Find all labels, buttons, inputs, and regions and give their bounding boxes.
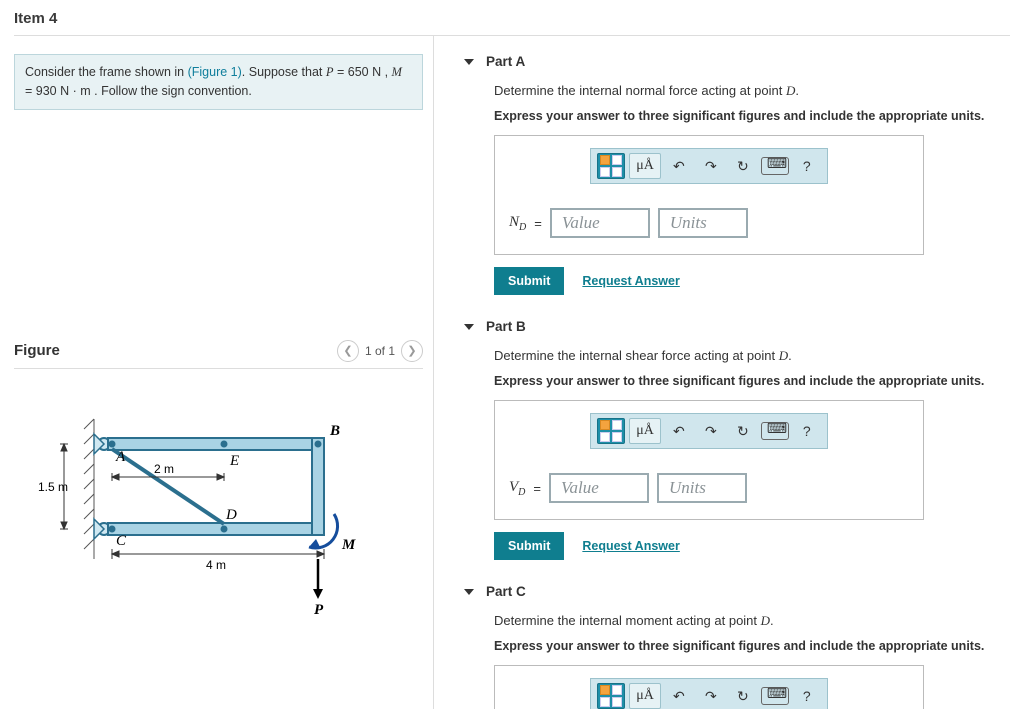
figure-nav: ❮ 1 of 1 ❯ [337, 340, 423, 362]
svg-text:M: M [341, 537, 356, 553]
template-picker-button[interactable] [597, 683, 625, 709]
part-b-question: Determine the internal shear force actin… [494, 348, 779, 363]
answer-block-a: μÅ ↶ ↷ ↻ ? ND = Value Units [494, 135, 924, 255]
symbols-button[interactable]: μÅ [629, 153, 661, 179]
symbols-button[interactable]: μÅ [629, 418, 661, 444]
answer-toolbar: μÅ ↶ ↷ ↻ ? [590, 148, 828, 184]
keyboard-icon [761, 157, 789, 175]
svg-text:B: B [329, 423, 340, 439]
figure-next-button[interactable]: ❯ [401, 340, 423, 362]
part-b-instruction: Express your answer to three significant… [494, 374, 1010, 388]
units-input[interactable]: Units [658, 208, 748, 238]
svg-text:P: P [314, 602, 324, 618]
keyboard-button[interactable] [761, 418, 789, 444]
brief-text: Consider the frame shown in [25, 65, 188, 79]
value-input[interactable]: Value [549, 473, 649, 503]
brief-text: = 650 N , [334, 65, 392, 79]
submit-button[interactable]: Submit [494, 267, 564, 295]
svg-text:D: D [225, 507, 237, 523]
request-answer-link[interactable]: Request Answer [582, 274, 679, 288]
part-b-title: Part B [486, 319, 526, 334]
figure-heading: Figure [14, 342, 60, 359]
undo-button[interactable]: ↶ [665, 418, 693, 444]
request-answer-link[interactable]: Request Answer [582, 539, 679, 553]
caret-down-icon[interactable] [464, 324, 474, 330]
redo-button[interactable]: ↷ [697, 153, 725, 179]
part-c: Part C Determine the internal moment act… [464, 584, 1010, 709]
reset-button[interactable]: ↻ [729, 418, 757, 444]
value-input[interactable]: Value [550, 208, 650, 238]
point-d: D [761, 613, 770, 628]
frame-diagram: A B C D E M P 1.5 m 2 m 4 m [34, 399, 364, 619]
caret-down-icon[interactable] [464, 589, 474, 595]
point-d: D [786, 83, 795, 98]
answer-toolbar: μÅ ↶ ↷ ↻ ? [590, 413, 828, 449]
undo-button[interactable]: ↶ [665, 683, 693, 709]
svg-text:A: A [115, 449, 126, 465]
undo-button[interactable]: ↶ [665, 153, 693, 179]
template-picker-button[interactable] [597, 153, 625, 179]
equals: = [534, 216, 542, 231]
help-button[interactable]: ? [793, 153, 821, 179]
part-c-instruction: Express your answer to three significant… [494, 639, 1010, 653]
keyboard-icon [761, 687, 789, 705]
redo-button[interactable]: ↷ [697, 683, 725, 709]
brief-text: . Suppose that [242, 65, 326, 79]
reset-button[interactable]: ↻ [729, 683, 757, 709]
svg-text:E: E [229, 453, 239, 469]
keyboard-button[interactable] [761, 683, 789, 709]
figure-count: 1 of 1 [365, 344, 395, 358]
item-title: Item 4 [0, 0, 1024, 35]
symbols-button[interactable]: μÅ [629, 683, 661, 709]
answer-block-b: μÅ ↶ ↷ ↻ ? VD = Value Units [494, 400, 924, 520]
problem-brief: Consider the frame shown in (Figure 1). … [14, 54, 423, 110]
figure-prev-button[interactable]: ❮ [337, 340, 359, 362]
part-c-question: Determine the internal moment acting at … [494, 613, 761, 628]
submit-button[interactable]: Submit [494, 532, 564, 560]
equals: = [533, 481, 541, 496]
answer-toolbar: μÅ ↶ ↷ ↻ ? [590, 678, 828, 709]
variable-label: VD [509, 479, 525, 498]
caret-down-icon[interactable] [464, 59, 474, 65]
figure-area: A B C D E M P 1.5 m 2 m 4 m [14, 369, 423, 622]
right-column: Part A Determine the internal normal for… [434, 36, 1010, 709]
svg-text:C: C [116, 533, 127, 549]
part-b: Part B Determine the internal shear forc… [464, 319, 1010, 560]
left-column: Consider the frame shown in (Figure 1). … [14, 36, 434, 709]
point-d: D [779, 348, 788, 363]
part-a-question: Determine the internal normal force acti… [494, 83, 786, 98]
keyboard-button[interactable] [761, 153, 789, 179]
template-picker-button[interactable] [597, 418, 625, 444]
answer-block-c: μÅ ↶ ↷ ↻ ? [494, 665, 924, 709]
reset-button[interactable]: ↻ [729, 153, 757, 179]
brief-text: = 930 N · m . Follow the sign convention… [25, 84, 252, 98]
variable-label: ND [509, 214, 526, 233]
help-button[interactable]: ? [793, 683, 821, 709]
part-c-title: Part C [486, 584, 526, 599]
part-a-instruction: Express your answer to three significant… [494, 109, 1010, 123]
figure-link[interactable]: (Figure 1) [188, 65, 242, 79]
var-p: P [326, 65, 334, 79]
help-button[interactable]: ? [793, 418, 821, 444]
svg-text:2 m: 2 m [154, 462, 174, 476]
svg-text:1.5 m: 1.5 m [38, 480, 68, 494]
units-input[interactable]: Units [657, 473, 747, 503]
var-m: M [392, 65, 402, 79]
part-a: Part A Determine the internal normal for… [464, 54, 1010, 295]
redo-button[interactable]: ↷ [697, 418, 725, 444]
svg-text:4 m: 4 m [206, 558, 226, 572]
keyboard-icon [761, 422, 789, 440]
part-a-title: Part A [486, 54, 525, 69]
